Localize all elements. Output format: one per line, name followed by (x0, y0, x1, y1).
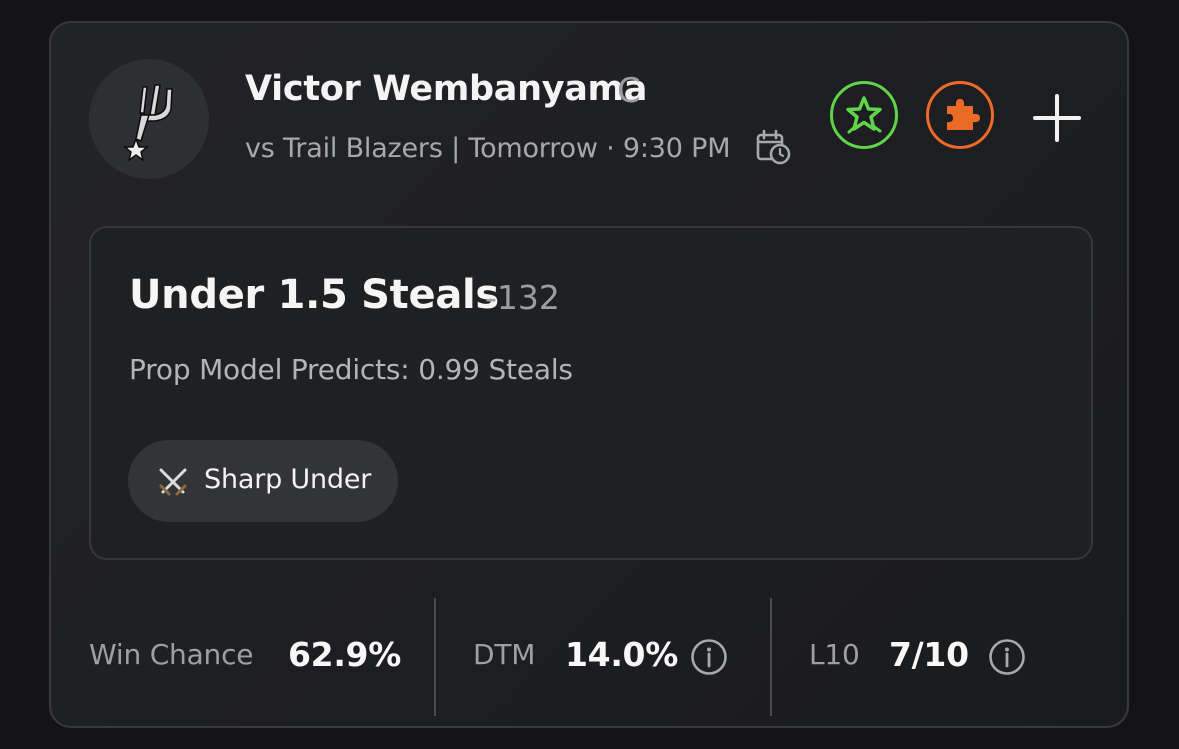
prop-line: Under 1.5 Steals (129, 272, 499, 318)
spurs-logo-icon (122, 84, 173, 162)
tag-label: Sharp Under (204, 464, 372, 495)
prop-details: Under 1.5 Steals -132 Prop Model Predict… (89, 226, 1093, 560)
puzzle-icon (947, 99, 980, 130)
plus-icon[interactable] (1032, 93, 1082, 143)
info-icon[interactable] (690, 638, 728, 676)
sharp-tag[interactable]: Sharp Under (128, 440, 398, 522)
model-label: Prop Model Predicts: (129, 353, 410, 386)
parlay-builder-button[interactable] (926, 81, 994, 149)
model-prediction: Prop Model Predicts: 0.99 Steals (129, 353, 573, 386)
crossed-swords-icon (159, 468, 187, 496)
star-icon (846, 96, 882, 134)
l10-label: L10 (809, 638, 860, 671)
player-position: C (617, 71, 641, 111)
info-icon[interactable] (988, 638, 1026, 676)
stat-divider (770, 598, 772, 716)
l10-value: 7/10 (889, 635, 969, 674)
dtm-label: DTM (473, 638, 536, 671)
model-value: 0.99 Steals (418, 353, 573, 386)
calendar-clock-icon[interactable] (755, 129, 791, 165)
win-chance-label: Win Chance (89, 638, 254, 671)
stat-divider (434, 598, 436, 716)
dtm-value: 14.0% (565, 635, 678, 674)
player-name: Victor Wembanyama (245, 69, 648, 109)
favorite-button[interactable] (830, 81, 898, 149)
prop-odds: -132 (485, 278, 560, 317)
prop-card[interactable]: Victor Wembanyama C vs Trail Blazers | T… (49, 21, 1129, 728)
game-matchup: vs Trail Blazers | Tomorrow · 9:30 PM (245, 133, 731, 164)
team-logo (89, 59, 209, 179)
win-chance-value: 62.9% (288, 635, 401, 674)
